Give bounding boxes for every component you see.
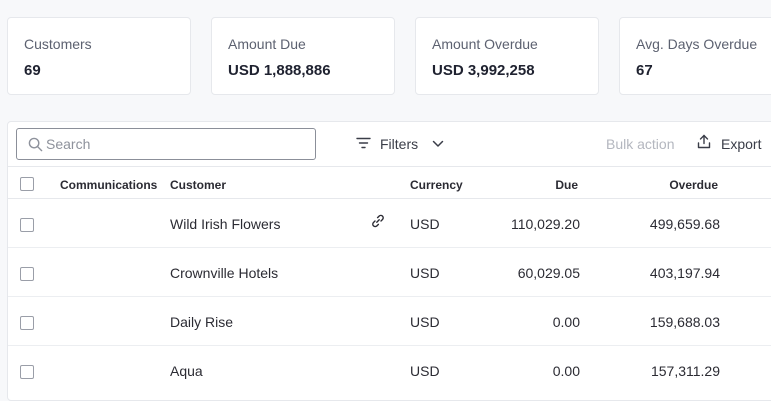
stat-value: USD 1,888,886 — [228, 62, 331, 79]
row-checkbox[interactable] — [20, 365, 34, 379]
row-checkbox[interactable] — [20, 267, 34, 281]
select-all-checkbox[interactable] — [20, 177, 34, 191]
column-header-currency[interactable]: Currency — [410, 178, 463, 192]
stat-label: Avg. Days Overdue — [636, 36, 758, 52]
bulk-action-button[interactable]: Bulk action — [606, 136, 674, 152]
overdue-cell: 159,688.03 — [649, 314, 720, 330]
stat-label: Amount Due — [228, 36, 306, 52]
stat-label: Amount Overdue — [432, 36, 538, 52]
column-header-due[interactable]: Due — [478, 178, 578, 192]
customer-name[interactable]: Daily Rise — [170, 314, 233, 330]
customer-name[interactable]: Wild Irish Flowers — [170, 216, 280, 232]
currency-cell: USD — [410, 265, 440, 281]
stat-card-customers: Customers 69 — [7, 17, 191, 95]
overdue-cell: 157,311.29 — [650, 363, 720, 379]
row-checkbox[interactable] — [20, 218, 34, 232]
row-checkbox[interactable] — [20, 316, 34, 330]
row-divider — [8, 296, 771, 297]
due-cell: 60,029.05 — [517, 265, 580, 281]
stat-card-amount-due: Amount Due USD 1,888,886 — [211, 17, 395, 95]
stat-value: USD 3,992,258 — [432, 62, 535, 79]
search-icon — [28, 137, 43, 152]
column-header-customer[interactable]: Customer — [170, 178, 226, 192]
filter-icon — [356, 137, 371, 149]
search-box[interactable] — [16, 128, 316, 160]
row-divider — [8, 247, 771, 248]
chevron-down-icon — [432, 140, 444, 147]
currency-cell: USD — [410, 216, 440, 232]
header-divider — [8, 166, 771, 167]
link-icon[interactable] — [370, 213, 386, 229]
customer-name[interactable]: Aqua — [170, 363, 203, 379]
stat-value: 69 — [24, 62, 41, 79]
due-cell: 0.00 — [552, 314, 580, 330]
overdue-cell: 403,197.94 — [649, 265, 720, 281]
customers-table-panel — [7, 121, 771, 401]
overdue-cell: 499,659.68 — [649, 216, 720, 232]
filters-label: Filters — [380, 136, 419, 152]
stat-card-amount-overdue: Amount Overdue USD 3,992,258 — [415, 17, 599, 95]
currency-cell: USD — [410, 363, 440, 379]
currency-cell: USD — [410, 314, 440, 330]
export-label: Export — [721, 136, 762, 152]
due-cell: 110,029.20 — [510, 216, 580, 232]
header-divider — [8, 198, 771, 199]
search-input[interactable] — [46, 135, 301, 153]
stat-value: 67 — [636, 62, 653, 79]
column-header-overdue[interactable]: Overdue — [618, 178, 718, 192]
export-icon — [697, 134, 711, 149]
stat-label: Customers — [24, 36, 92, 52]
column-header-communications[interactable]: Communications — [60, 178, 157, 192]
row-divider — [8, 345, 771, 346]
due-cell: 0.00 — [552, 363, 580, 379]
customer-name[interactable]: Crownville Hotels — [170, 265, 278, 281]
stat-card-avg-days-overdue: Avg. Days Overdue 67 — [619, 17, 771, 95]
